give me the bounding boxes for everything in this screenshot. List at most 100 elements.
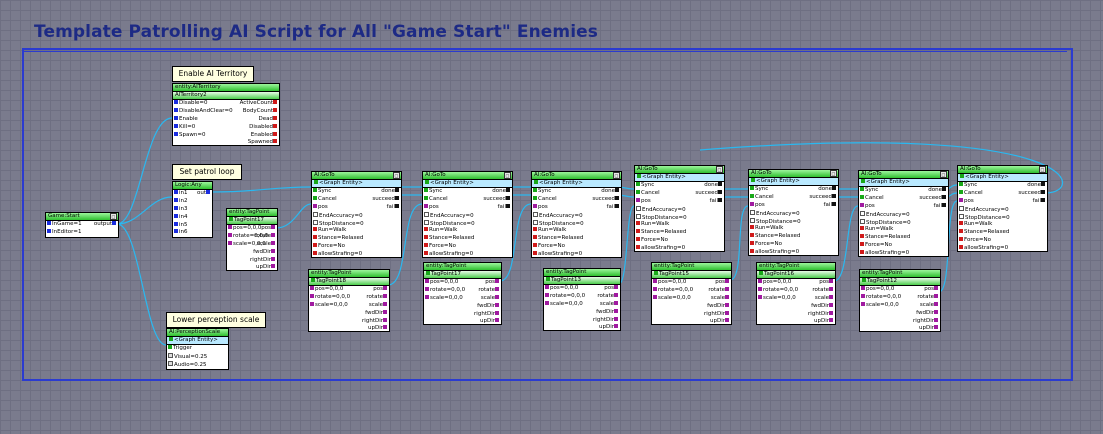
goto-node[interactable]: AI:GoTo □ <Graph Entity> Sync done Cancel succ… (422, 171, 513, 258)
port-connector[interactable] (653, 294, 657, 299)
port-connector[interactable] (959, 205, 964, 211)
port-connector[interactable] (861, 293, 865, 298)
port-connector[interactable] (425, 180, 429, 184)
tagpoint-node[interactable]: entity:TagPoint TagPoint15 pos=0,0,0 pos rot… (651, 262, 732, 325)
port-connector[interactable] (758, 286, 762, 291)
port-connector[interactable] (653, 286, 657, 291)
port-connector[interactable] (942, 187, 946, 191)
port-connector[interactable] (934, 317, 938, 322)
port-connector[interactable] (228, 232, 232, 237)
port-connector[interactable] (636, 213, 641, 219)
port-connector[interactable] (860, 226, 864, 231)
port-connector[interactable] (495, 302, 499, 307)
node-collapse-icon[interactable]: □ (393, 172, 400, 179)
port-connector[interactable] (832, 193, 836, 198)
port-connector[interactable] (533, 243, 537, 248)
tagpoint-node[interactable]: entity:TagPoint TagPoint18 pos=0,0,0 pos rot… (308, 269, 390, 332)
port-connector[interactable] (750, 201, 754, 206)
port-connector[interactable] (615, 195, 619, 200)
port-connector[interactable] (271, 248, 275, 253)
port-connector[interactable] (934, 325, 938, 330)
port-connector[interactable] (960, 174, 964, 178)
port-connector[interactable] (383, 293, 387, 298)
goto-node[interactable]: AI:GoTo □ <Graph Entity> Sync done Cancel succ… (858, 170, 949, 257)
port-connector[interactable] (425, 294, 429, 299)
port-connector[interactable] (829, 302, 833, 307)
port-connector[interactable] (314, 180, 318, 184)
port-connector[interactable] (313, 251, 317, 256)
node-collapse-icon[interactable]: □ (830, 170, 837, 177)
port-connector[interactable] (383, 317, 387, 322)
port-connector[interactable] (271, 225, 275, 229)
port-connector[interactable] (1041, 197, 1045, 202)
port-connector[interactable] (725, 279, 729, 283)
port-connector[interactable] (310, 301, 314, 306)
port-connector[interactable] (636, 205, 641, 211)
port-connector[interactable] (829, 294, 833, 299)
port-connector[interactable] (271, 232, 275, 237)
port-connector[interactable] (725, 310, 729, 315)
port-connector[interactable] (395, 203, 399, 208)
port-connector[interactable] (758, 279, 762, 283)
port-connector[interactable] (311, 278, 315, 282)
port-connector[interactable] (959, 213, 964, 219)
port-connector[interactable] (495, 279, 499, 283)
port-connector[interactable] (614, 316, 618, 321)
port-connector[interactable] (425, 286, 429, 291)
port-connector[interactable] (934, 309, 938, 314)
port-connector[interactable] (750, 225, 754, 230)
port-connector[interactable] (725, 286, 729, 291)
port-connector[interactable] (832, 201, 836, 206)
port-connector[interactable] (495, 310, 499, 315)
port-connector[interactable] (615, 203, 619, 208)
port-connector[interactable] (832, 186, 836, 190)
goto-node[interactable]: AI:GoTo □ <Graph Entity> Sync done Cancel succ… (957, 165, 1048, 252)
port-connector[interactable] (545, 292, 549, 297)
node-collapse-icon[interactable]: □ (613, 172, 620, 179)
goto-node[interactable]: AI:GoTo □ <Graph Entity> Sync done Cancel succ… (748, 169, 839, 256)
port-connector[interactable] (959, 197, 963, 202)
port-connector[interactable] (750, 193, 754, 198)
port-connector[interactable] (614, 308, 618, 313)
tagpoint-node[interactable]: entity:TagPoint TagPoint17 pos=0,0,0 pos rot… (226, 208, 278, 271)
port-connector[interactable] (614, 285, 618, 289)
comment-perception[interactable]: Lower perception scale (166, 312, 266, 328)
port-connector[interactable] (313, 235, 317, 240)
port-connector[interactable] (759, 271, 763, 275)
port-connector[interactable] (424, 195, 428, 200)
tagpoint-node[interactable]: entity:TagPoint TagPoint13 pos=0,0,0 pos rot… (543, 268, 621, 331)
port-connector[interactable] (228, 240, 232, 245)
port-connector[interactable] (942, 194, 946, 199)
port-connector[interactable] (829, 310, 833, 315)
port-connector[interactable] (750, 217, 755, 223)
port-connector[interactable] (934, 286, 938, 290)
port-connector[interactable] (271, 256, 275, 261)
port-connector[interactable] (533, 211, 538, 217)
port-connector[interactable] (959, 229, 963, 234)
port-connector[interactable] (534, 180, 538, 184)
port-connector[interactable] (653, 279, 657, 283)
port-connector[interactable] (313, 203, 317, 208)
tagpoint-node[interactable]: entity:TagPoint TagPoint12 pos=0,0,0 pos rot… (859, 269, 941, 332)
port-connector[interactable] (310, 293, 314, 298)
port-connector[interactable] (495, 318, 499, 323)
game-start-node[interactable]: Game:Start □ InGame=1 output InEditor=1 (45, 212, 119, 238)
port-connector[interactable] (383, 286, 387, 290)
port-connector[interactable] (545, 300, 549, 305)
port-connector[interactable] (271, 240, 275, 245)
port-connector[interactable] (313, 243, 317, 248)
port-connector[interactable] (636, 237, 640, 242)
port-connector[interactable] (750, 233, 754, 238)
port-connector[interactable] (313, 188, 317, 192)
tagpoint-node[interactable]: entity:TagPoint TagPoint16 pos=0,0,0 pos rot… (756, 262, 836, 325)
port-connector[interactable] (725, 318, 729, 323)
port-connector[interactable] (654, 271, 658, 275)
perception-scale-node[interactable]: AI:PerceptionScale <Graph Entity> Trigge… (166, 328, 229, 370)
port-connector[interactable] (636, 229, 640, 234)
port-connector[interactable] (860, 202, 864, 207)
port-connector[interactable] (310, 286, 314, 290)
port-connector[interactable] (425, 279, 429, 283)
port-connector[interactable] (959, 182, 963, 186)
node-collapse-icon[interactable]: □ (1039, 166, 1046, 173)
port-connector[interactable] (533, 195, 537, 200)
